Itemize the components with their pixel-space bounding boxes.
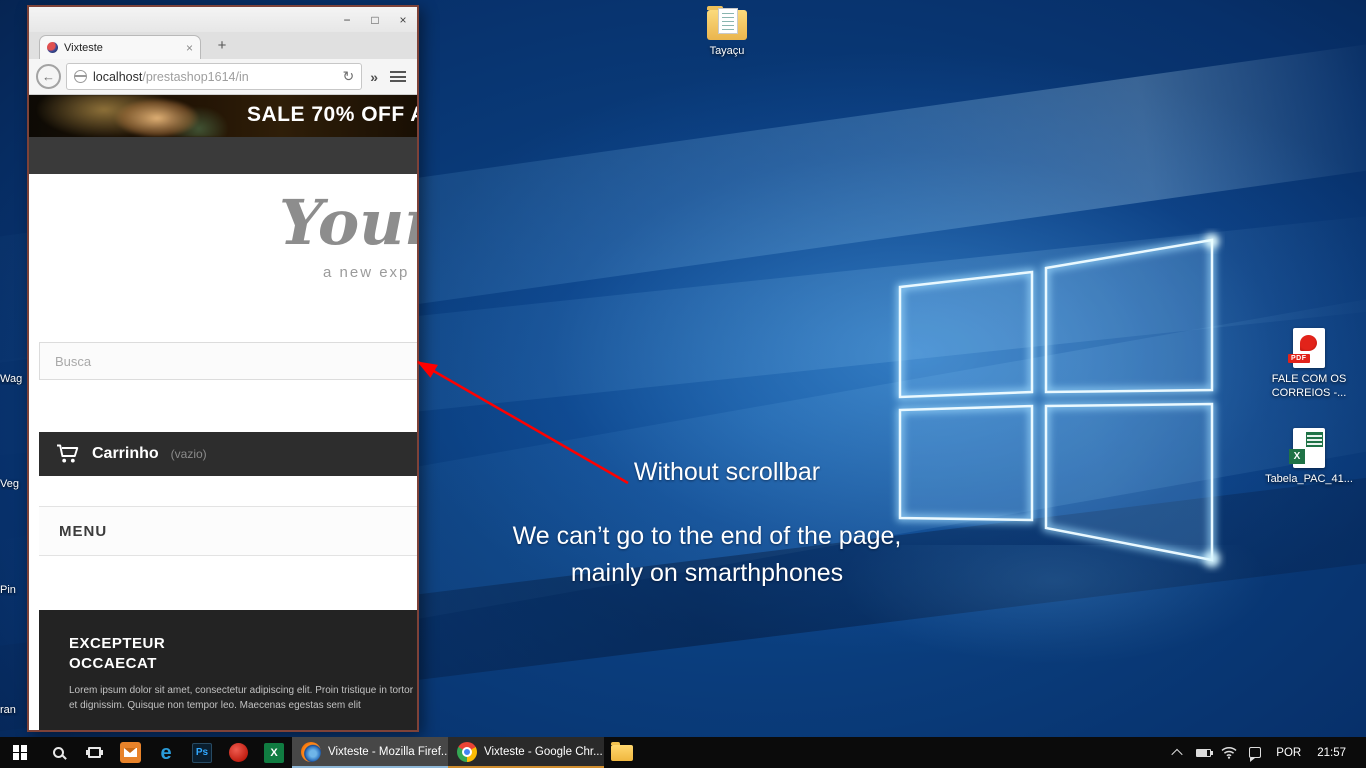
browser-window: − □ × Vixteste × + ← localhost/prestasho… <box>27 5 419 732</box>
chrome-icon <box>457 741 477 762</box>
close-button[interactable]: × <box>389 13 417 27</box>
red-app-icon <box>228 743 248 762</box>
taskbar-window-label: Vixteste - Google Chr... <box>484 745 603 758</box>
mail-icon <box>119 742 141 763</box>
block-title: EXCEPTEUR OCCAECAT <box>69 635 166 672</box>
folder-icon <box>707 6 747 40</box>
pdf-badge: PDF <box>1288 354 1310 363</box>
desktop-icon-pdf[interactable]: PDF FALE COM OS CORREIOS -... <box>1264 328 1354 400</box>
edge-icon: e <box>160 741 172 764</box>
search-icon <box>52 747 64 758</box>
banner-model-image <box>29 95 264 137</box>
photoshop-icon: Ps <box>192 742 212 763</box>
overflow-chevron-icon[interactable]: » <box>367 69 381 85</box>
tab-vixteste[interactable]: Vixteste × <box>39 35 201 59</box>
desktop: Tayaçu PDF FALE COM OS CORREIOS -... X T… <box>0 0 1366 768</box>
maximize-button[interactable]: □ <box>361 13 389 27</box>
block-body-text: Lorem ipsum dolor sit amet, consectetur … <box>69 685 414 711</box>
desktop-icon-label: Tabela_PAC_41... <box>1265 473 1353 485</box>
desktop-icon-label-partial[interactable]: Veg <box>0 478 29 490</box>
clock[interactable]: 21:57 <box>1309 747 1354 759</box>
edge-app-button[interactable]: e <box>148 737 184 768</box>
tab-bar: Vixteste × + <box>29 32 417 59</box>
desktop-icon-label: Tayaçu <box>709 45 745 57</box>
menu-header[interactable]: MENU <box>39 506 417 556</box>
excel-app-button[interactable]: X <box>256 737 292 768</box>
cart-button[interactable]: Carrinho (vazio) <box>39 432 417 476</box>
page-viewport: SALE 70% OFF A Your a new exp Carrinho (… <box>29 95 417 730</box>
tray-expand-button[interactable] <box>1164 748 1190 760</box>
start-button[interactable] <box>0 737 40 768</box>
content-block: EXCEPTEUR OCCAECAT Lorem ipsum dolor sit… <box>39 610 417 730</box>
battery-indicator[interactable] <box>1190 748 1216 757</box>
firefox-icon <box>301 741 321 762</box>
globe-icon <box>74 70 87 83</box>
system-tray: POR 21:57 <box>1164 737 1366 768</box>
annotation-text-1: Without scrollbar <box>633 458 821 486</box>
url-host: localhost <box>93 69 143 84</box>
battery-icon <box>1195 748 1213 757</box>
windows-start-icon <box>12 745 28 760</box>
excel-logo: X <box>1289 449 1305 464</box>
cart-status: (vazio) <box>170 447 207 461</box>
desktop-icon-label-partial[interactable]: ran <box>0 704 29 716</box>
taskbar-window-label: Vixteste - Mozilla Firef... <box>328 745 448 758</box>
nav-strip <box>29 137 417 174</box>
excel-icon: X <box>264 742 284 763</box>
red-app-button[interactable] <box>220 737 256 768</box>
cart-label: Carrinho <box>92 445 159 462</box>
back-button[interactable]: ← <box>36 64 61 89</box>
search-input[interactable] <box>39 342 417 380</box>
desktop-icon-label-partial[interactable]: Pin <box>0 584 29 596</box>
taskbar-search-button[interactable] <box>40 737 76 768</box>
url-text: localhost/prestashop1614/in <box>93 70 336 84</box>
reload-button[interactable]: ↻ <box>342 68 354 85</box>
pdf-file-icon: PDF <box>1288 328 1325 368</box>
minimize-button[interactable]: − <box>333 13 361 27</box>
annotation-text-2: We can’t go to the end of the page, main… <box>512 522 902 587</box>
address-bar[interactable]: localhost/prestashop1614/in ↻ <box>66 63 363 90</box>
taskbar: e Ps X Vixteste - Mozilla Firef... Vixte… <box>0 737 1366 768</box>
network-indicator[interactable] <box>1216 746 1242 759</box>
store-logo[interactable]: Your a new exp <box>29 174 417 342</box>
hero-banner[interactable]: SALE 70% OFF A <box>29 95 417 137</box>
task-view-button[interactable] <box>76 737 112 768</box>
navigation-bar: ← localhost/prestashop1614/in ↻ » <box>29 59 417 95</box>
cart-icon <box>57 444 79 463</box>
desktop-icon-label-partial[interactable]: Wag <box>0 373 29 385</box>
photoshop-app-button[interactable]: Ps <box>184 737 220 768</box>
logo-tagline: a new exp <box>323 264 410 281</box>
url-path: /prestashop1614/in <box>142 69 249 84</box>
banner-text: SALE 70% OFF A <box>247 103 417 126</box>
mail-app-button[interactable] <box>112 737 148 768</box>
excel-file-icon: X <box>1289 428 1325 468</box>
logo-script-text: Your <box>279 186 417 259</box>
browser-titlebar[interactable]: − □ × <box>29 7 417 32</box>
taskbar-window-firefox[interactable]: Vixteste - Mozilla Firef... <box>292 737 448 768</box>
desktop-icon-label: FALE COM OS CORREIOS -... <box>1271 373 1347 399</box>
new-tab-button[interactable]: + <box>211 37 233 54</box>
file-explorer-button[interactable] <box>604 737 640 768</box>
desktop-icon-excel[interactable]: X Tabela_PAC_41... <box>1264 428 1354 486</box>
tab-title: Vixteste <box>64 41 103 54</box>
notification-icon <box>1249 747 1262 762</box>
tab-close-icon[interactable]: × <box>186 41 193 55</box>
wifi-icon <box>1221 746 1237 759</box>
action-center-button[interactable] <box>1242 747 1268 762</box>
menu-button[interactable] <box>386 69 410 85</box>
language-indicator[interactable]: POR <box>1268 747 1309 759</box>
desktop-icon-tayacu[interactable]: Tayaçu <box>694 6 760 58</box>
folder-icon <box>611 741 633 761</box>
task-view-icon <box>87 747 101 758</box>
chevron-up-icon <box>1171 748 1183 760</box>
site-favicon-icon <box>47 42 58 53</box>
taskbar-window-chrome[interactable]: Vixteste - Google Chr... <box>448 737 604 768</box>
menu-label: MENU <box>59 522 108 540</box>
